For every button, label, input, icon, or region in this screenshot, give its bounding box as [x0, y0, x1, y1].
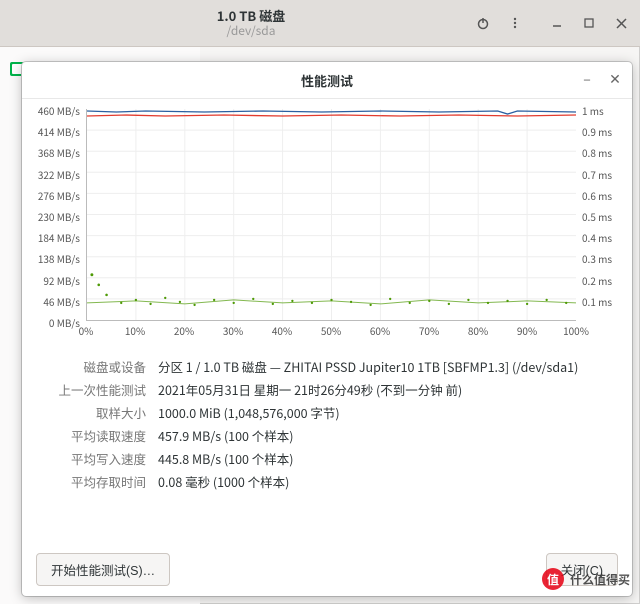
sample-size-label: 取样大小 [36, 403, 146, 422]
titlebar: 1.0 TB 磁盘 /dev/sda [0, 0, 640, 47]
maximize-button[interactable] [574, 9, 604, 37]
avg-access-value: 0.08 毫秒 (1000 个样本) [158, 472, 618, 491]
y-left-tick: 184 MB/s [32, 230, 80, 245]
avg-read-value: 457.9 MB/s (100 个样本) [158, 426, 618, 445]
y-left-tick: 368 MB/s [32, 145, 80, 160]
x-tick: 50% [321, 323, 341, 338]
x-tick: 10% [125, 323, 145, 338]
avg-write-label: 平均写入速度 [36, 449, 146, 468]
watermark-icon: 值 [542, 568, 564, 590]
y-left-tick: 276 MB/s [32, 188, 80, 203]
main-window: 1.0 TB 磁盘 /dev/sda 512 GB 磁盘 型号 ZHITAI P… [0, 0, 640, 604]
watermark: 值 什么值得买 [542, 568, 630, 590]
benchmark-dialog: 性能测试 – ✕ 460 MB/s414 MB/s368 MB/s322 MB/… [22, 62, 632, 596]
y-left-tick: 414 MB/s [32, 124, 80, 139]
y-left-tick: 46 MB/s [32, 294, 80, 309]
close-button[interactable] [606, 9, 636, 37]
disk-value: 分区 1 / 1.0 TB 磁盘 — ZHITAI PSSD Jupiter10… [158, 357, 618, 376]
y-left-tick: 92 MB/s [32, 273, 80, 288]
dialog-title: 性能测试 [301, 71, 353, 90]
disk-label: 磁盘或设备 [36, 357, 146, 376]
y-left-tick: 138 MB/s [32, 251, 80, 266]
avg-write-value: 445.8 MB/s (100 个样本) [158, 449, 618, 468]
benchmark-chart: 460 MB/s414 MB/s368 MB/s322 MB/s276 MB/s… [36, 109, 618, 339]
avg-read-label: 平均读取速度 [36, 426, 146, 445]
dialog-close-button[interactable]: ✕ [604, 68, 626, 90]
y-right-tick: 0.3 ms [582, 251, 612, 266]
y-right-tick: 0.4 ms [582, 230, 612, 245]
y-right-tick: 0.2 ms [582, 273, 612, 288]
y-left-tick: 0 MB/s [32, 315, 80, 330]
x-tick: 60% [370, 323, 390, 338]
y-right-tick: 0.1 ms [582, 294, 612, 309]
x-tick: 100% [563, 323, 589, 338]
x-tick: 20% [174, 323, 194, 338]
y-right-tick: 0.6 ms [582, 188, 612, 203]
minimize-button[interactable] [542, 9, 572, 37]
x-tick: 80% [468, 323, 488, 338]
y-right-tick: 0.5 ms [582, 209, 612, 224]
y-right-tick: 1 ms [582, 103, 604, 118]
y-left-tick: 322 MB/s [32, 167, 80, 182]
power-icon[interactable] [468, 9, 498, 37]
start-benchmark-button[interactable]: 开始性能测试(S)… [36, 553, 170, 586]
menu-icon[interactable] [500, 9, 530, 37]
x-tick: 40% [272, 323, 292, 338]
y-left-tick: 230 MB/s [32, 209, 80, 224]
dialog-minimize-button[interactable]: – [576, 68, 598, 90]
sample-size-value: 1000.0 MiB (1,048,576,000 字节) [158, 403, 618, 422]
y-right-tick: 0.7 ms [582, 167, 612, 182]
x-tick: 70% [419, 323, 439, 338]
x-tick: 0% [79, 323, 94, 338]
window-subtitle: /dev/sda [34, 24, 468, 38]
y-left-tick: 460 MB/s [32, 103, 80, 118]
last-test-label: 上一次性能测试 [36, 380, 146, 399]
last-test-value: 2021年05月31日 星期一 21时26分49秒 (不到一分钟 前) [158, 380, 618, 399]
x-tick: 30% [223, 323, 243, 338]
watermark-text: 什么值得买 [570, 571, 630, 588]
info-table: 磁盘或设备分区 1 / 1.0 TB 磁盘 — ZHITAI PSSD Jupi… [36, 353, 618, 495]
x-tick: 90% [517, 323, 537, 338]
y-right-tick: 0.9 ms [582, 124, 612, 139]
y-right-tick: 0.8 ms [582, 145, 612, 160]
avg-access-label: 平均存取时间 [36, 472, 146, 491]
